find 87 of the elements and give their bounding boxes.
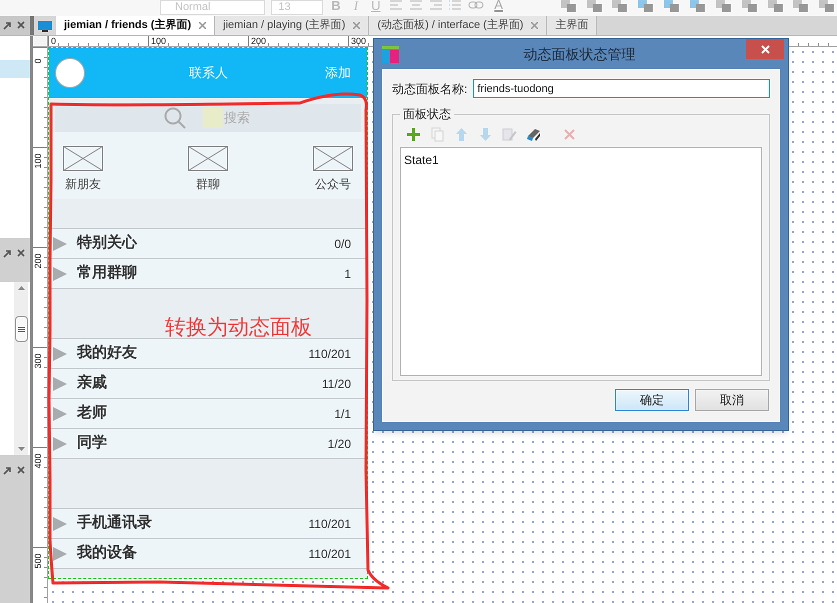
ruler-label: 200	[251, 36, 268, 46]
ruler-label: 100	[151, 36, 168, 46]
undock-icon[interactable]	[3, 466, 12, 474]
search-placeholder: 搜索	[224, 109, 250, 128]
expand-arrow-icon	[53, 546, 67, 560]
dialog-button[interactable]: 取消	[695, 389, 769, 411]
tab-label: (动态面板) / interface (主界面)	[377, 18, 524, 34]
tab-label: jiemian / friends (主界面)	[64, 18, 192, 34]
close-button[interactable]	[746, 39, 784, 59]
expand-arrow-icon	[53, 346, 67, 360]
group-row[interactable]: 老师 1/1	[49, 399, 367, 429]
group-row[interactable]: 我的好友 110/201	[49, 339, 367, 369]
plus-icon[interactable]	[406, 126, 421, 142]
expand-arrow-icon	[53, 516, 67, 530]
shortcut-label[interactable]: 新朋友	[65, 175, 101, 193]
expand-arrow-icon	[53, 406, 67, 420]
close-icon[interactable]	[17, 249, 25, 257]
tab[interactable]: (动态面板) / interface (主界面)	[369, 16, 548, 35]
group-name: 常用群聊	[77, 263, 137, 284]
group-count: 0/0	[334, 236, 351, 252]
group-count: 110/201	[308, 346, 351, 362]
name-label: 动态面板名称:	[392, 80, 468, 98]
state-item[interactable]: State1	[403, 150, 759, 170]
expand-arrow-icon	[53, 236, 67, 250]
group-row[interactable]: 我的设备 110/201	[49, 539, 367, 569]
group-row[interactable]: 亲戚 11/20	[49, 369, 367, 399]
image-placeholder-icon[interactable]	[188, 146, 228, 171]
pages-icon	[37, 20, 53, 33]
undock-icon[interactable]	[3, 20, 12, 30]
shortcut-label[interactable]: 公众号	[315, 175, 351, 193]
group-count: 11/20	[322, 376, 351, 392]
pencil-icon[interactable]	[526, 126, 541, 142]
close-icon[interactable]	[199, 22, 206, 29]
group-name: 特别关心	[77, 233, 137, 254]
close-icon[interactable]	[531, 22, 538, 29]
image-placeholder-icon[interactable]	[63, 146, 103, 171]
expand-arrow-icon	[53, 266, 67, 280]
group-label: 面板状态	[402, 106, 452, 123]
close-icon[interactable]	[17, 21, 25, 29]
group-count: 110/201	[308, 546, 351, 562]
shortcut-label[interactable]: 群聊	[196, 175, 220, 193]
tab[interactable]: 主界面	[547, 16, 598, 35]
ruler-label: 0	[51, 36, 58, 46]
dialog-button[interactable]: 确定	[615, 389, 689, 411]
undock-icon[interactable]	[3, 248, 12, 258]
ruler-label: 100	[32, 156, 44, 166]
group-name: 我的设备	[77, 543, 137, 564]
name-input[interactable]: friends-tuodong	[473, 79, 770, 98]
dialog-title: 动态面板状态管理	[524, 44, 636, 64]
scroll-down-icon[interactable]	[18, 447, 24, 451]
ruler-label: 400	[32, 456, 44, 466]
avatar[interactable]	[55, 58, 85, 88]
search-icon	[163, 106, 187, 130]
app-logo-icon	[382, 46, 399, 62]
ruler-label: 300	[32, 356, 44, 366]
expand-arrow-icon	[53, 376, 67, 390]
ruler-label: 200	[32, 256, 44, 266]
tab[interactable]: jiemian / friends (主界面)	[56, 16, 216, 35]
scroll-up-icon[interactable]	[18, 286, 24, 290]
expand-arrow-icon	[53, 436, 67, 450]
group-count: 1/1	[334, 406, 351, 422]
group-count: 110/201	[308, 516, 351, 532]
group-row[interactable]: 同学 1/20	[49, 429, 367, 459]
tab[interactable]: jiemian / playing (主界面)	[215, 16, 370, 35]
close-icon[interactable]	[17, 466, 25, 474]
group-row[interactable]: 特别关心 0/0	[49, 229, 367, 259]
group-name: 我的好友	[77, 343, 137, 364]
ruler-label: 0	[32, 58, 44, 66]
ruler-label: 300	[351, 36, 368, 46]
tab-label: 主界面	[555, 18, 588, 34]
close-icon	[760, 44, 770, 54]
group-name: 老师	[77, 403, 107, 424]
scrollbar-thumb[interactable]	[14, 316, 28, 342]
group-count: 1	[344, 266, 351, 282]
image-placeholder-icon[interactable]	[313, 146, 353, 171]
group-row[interactable]: 手机通讯录 110/201	[49, 509, 367, 539]
group-name: 亲戚	[77, 373, 107, 394]
ruler-label: 500	[32, 556, 44, 566]
group-count: 1/20	[328, 436, 351, 452]
group-name: 手机通讯录	[77, 513, 152, 534]
header-title: 联系人	[189, 64, 228, 82]
annotation-text: 转换为动态面板	[165, 315, 312, 341]
group-row[interactable]: 常用群聊 1	[49, 259, 367, 289]
close-icon[interactable]	[353, 22, 360, 29]
group-name: 同学	[77, 433, 107, 454]
selection-highlight	[203, 108, 223, 128]
tab-label: jiemian / playing (主界面)	[223, 18, 346, 34]
